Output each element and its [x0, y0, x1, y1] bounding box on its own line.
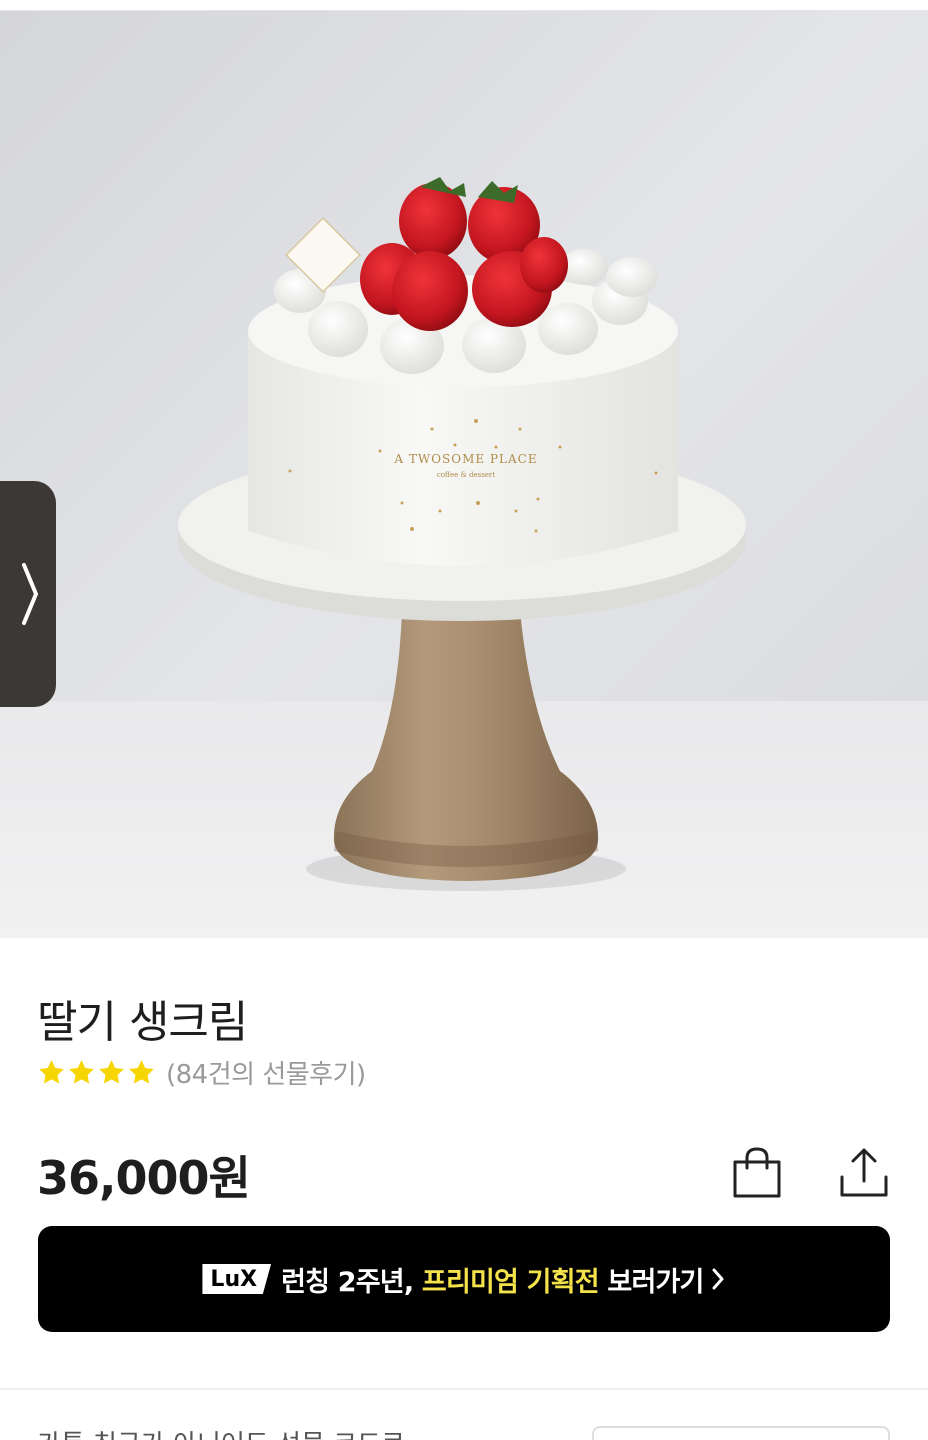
rating-row[interactable]: (84건의 선물후기)	[37, 1054, 366, 1090]
product-price: 36,000원	[37, 1151, 251, 1205]
promo-text: 런칭 2주년, 프리미엄 기획전 보러가기	[281, 1260, 704, 1299]
chevron-right-icon	[712, 1268, 724, 1290]
share-icon	[840, 1148, 888, 1197]
share-button[interactable]	[835, 1144, 893, 1202]
chevron-right-icon	[22, 563, 38, 625]
review-count[interactable]: (84건의 선물후기)	[166, 1054, 366, 1091]
promo-lead: 런칭 2주년,	[281, 1266, 414, 1298]
product-title: 딸기 생크림	[37, 997, 248, 1048]
gift-code-text: 카톡 친구가 아니어도 선물 코드로	[37, 1424, 405, 1440]
star-icon	[99, 1059, 124, 1083]
product-info: 딸기 생크림 (84건의 선물후기) 36,000원 LuX 런칭 2주년, 프…	[0, 938, 928, 1440]
product-image[interactable]: A TWOSOME PLACE coffee & dessert	[0, 11, 928, 938]
promo-highlight: 프리미엄 기획전	[421, 1266, 600, 1298]
section-divider	[0, 1388, 928, 1390]
star-icon	[39, 1059, 64, 1083]
gift-code-button[interactable]	[592, 1426, 890, 1440]
rating-stars	[37, 1058, 156, 1087]
cart-button[interactable]	[728, 1144, 786, 1202]
shopping-bag-icon	[733, 1147, 781, 1198]
svg-text:coffee & dessert: coffee & dessert	[437, 471, 495, 479]
top-edge	[0, 0, 928, 11]
star-icon	[129, 1059, 154, 1083]
promo-tail: 보러가기	[607, 1266, 704, 1298]
image-side-handle[interactable]	[0, 481, 56, 707]
promo-banner[interactable]: LuX 런칭 2주년, 프리미엄 기획전 보러가기	[38, 1226, 890, 1332]
lux-badge: LuX	[202, 1264, 272, 1294]
svg-text:A TWOSOME PLACE: A TWOSOME PLACE	[393, 452, 537, 466]
star-icon	[69, 1059, 94, 1083]
